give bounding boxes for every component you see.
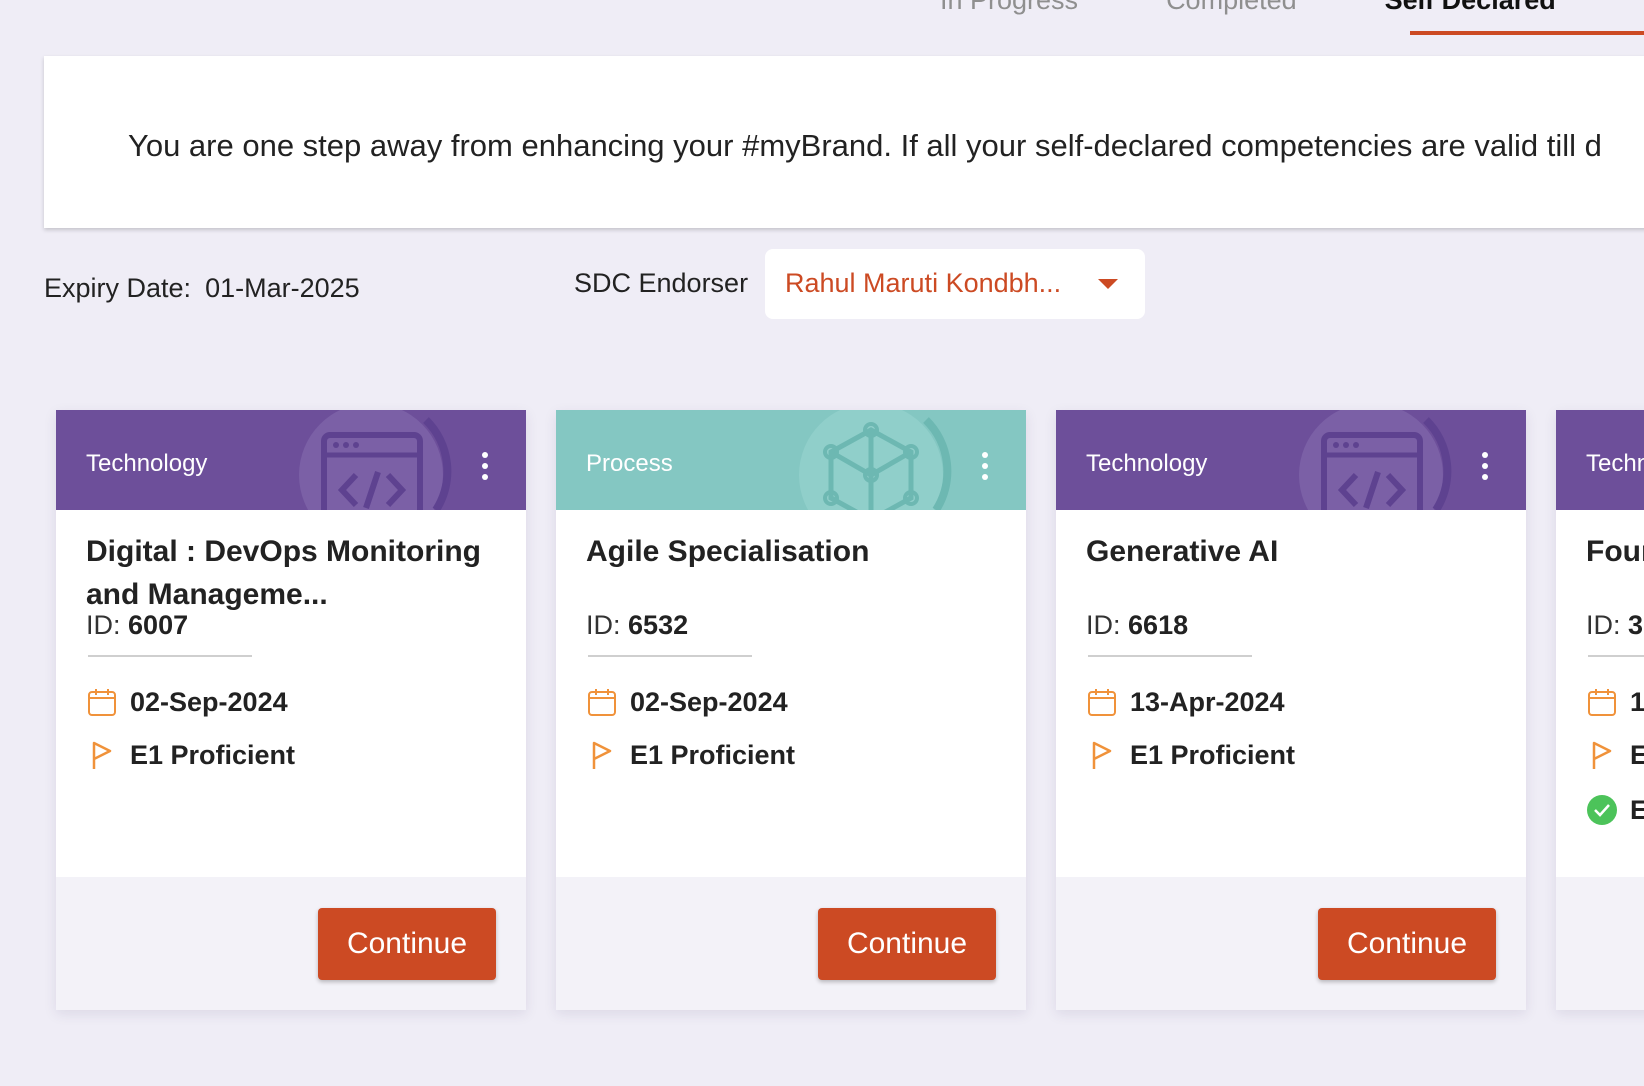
card-title: Digital : DevOps Monitoring and Manageme… bbox=[86, 535, 481, 611]
calendar-icon bbox=[88, 689, 116, 716]
active-tab-indicator bbox=[1410, 31, 1644, 35]
competency-card: Techn Four ID: 3 1 E E bbox=[1556, 410, 1644, 1010]
card-title: Agile Specialisation bbox=[586, 535, 870, 568]
self-declared-page: In Progress Completed Self Declared You … bbox=[0, 0, 1644, 1086]
card-category: Techn bbox=[1586, 450, 1644, 477]
calendar-icon bbox=[588, 689, 616, 716]
card-id-label: ID: bbox=[1086, 610, 1121, 640]
check-circle-icon bbox=[1587, 795, 1617, 825]
card-footer bbox=[1556, 877, 1644, 1010]
more-vertical-icon[interactable] bbox=[980, 452, 990, 484]
card-id-value: 6618 bbox=[1128, 610, 1189, 640]
continue-button[interactable]: Continue bbox=[818, 908, 996, 980]
flag-icon bbox=[1592, 741, 1612, 769]
card-title: Four bbox=[1586, 535, 1644, 568]
level-row: E1 Proficient bbox=[86, 738, 295, 772]
card-footer: Continue bbox=[56, 877, 526, 1010]
card-footer: Continue bbox=[556, 877, 1026, 1010]
card-date: 13-Apr-2024 bbox=[1130, 686, 1285, 717]
flag-icon bbox=[92, 741, 112, 769]
status-row: E bbox=[1586, 793, 1644, 827]
calendar-icon bbox=[1588, 689, 1616, 716]
date-row: 02-Sep-2024 bbox=[586, 685, 788, 719]
more-vertical-icon[interactable] bbox=[1480, 452, 1490, 484]
continue-button[interactable]: Continue bbox=[1318, 908, 1496, 980]
cube-network-icon bbox=[799, 410, 952, 510]
card-header: Technology bbox=[1056, 410, 1526, 510]
divider bbox=[88, 655, 252, 657]
card-category: Technology bbox=[1086, 450, 1208, 477]
date-row: 1 bbox=[1586, 685, 1644, 719]
divider bbox=[1088, 655, 1252, 657]
banner-message: You are one step away from enhancing you… bbox=[128, 128, 1602, 163]
code-window-icon bbox=[299, 410, 452, 510]
flag-icon bbox=[1092, 741, 1112, 769]
sdc-endorser-value: Rahul Maruti Kondbh... bbox=[785, 268, 1062, 298]
card-id-label: ID: bbox=[86, 610, 121, 640]
continue-button[interactable]: Continue bbox=[318, 908, 496, 980]
more-vertical-icon[interactable] bbox=[480, 452, 490, 484]
caret-down-icon bbox=[1098, 279, 1118, 289]
card-id: ID: 6007 bbox=[86, 610, 188, 641]
competency-card: Technology Generative AI ID: 6618 13-Apr… bbox=[1056, 410, 1526, 1010]
card-level: E bbox=[1630, 739, 1644, 770]
card-level: E1 Proficient bbox=[630, 739, 796, 770]
card-id: ID: 6618 bbox=[1086, 610, 1188, 641]
divider bbox=[588, 655, 752, 657]
card-header: Technology bbox=[56, 410, 526, 510]
card-level: E1 Proficient bbox=[1130, 739, 1296, 770]
card-id-label: ID: bbox=[1586, 610, 1621, 640]
flag-icon bbox=[592, 741, 612, 769]
card-id: ID: 3 bbox=[1586, 610, 1643, 641]
date-row: 02-Sep-2024 bbox=[86, 685, 288, 719]
tab-completed[interactable]: Completed bbox=[1166, 0, 1297, 36]
sdc-endorser-dropdown[interactable]: Rahul Maruti Kondbh... bbox=[765, 249, 1145, 319]
card-date: 02-Sep-2024 bbox=[130, 686, 288, 717]
date-row: 13-Apr-2024 bbox=[1086, 685, 1285, 719]
card-id: ID: 6532 bbox=[586, 610, 688, 641]
expiry-date-value: 01-Mar-2025 bbox=[205, 273, 360, 303]
expiry-date-label: Expiry Date: bbox=[44, 273, 192, 303]
card-id-label: ID: bbox=[586, 610, 621, 640]
card-date: 1 bbox=[1630, 686, 1644, 717]
divider bbox=[1588, 655, 1644, 657]
card-header: Process bbox=[556, 410, 1026, 510]
card-id-value: 6007 bbox=[128, 610, 189, 640]
sdc-endorser-label: SDC Endorser bbox=[574, 268, 749, 298]
level-row: E bbox=[1586, 738, 1644, 772]
card-id-value: 3 bbox=[1628, 610, 1644, 640]
competency-card: Process Agile Specialisation ID: 6532 02… bbox=[556, 410, 1026, 1010]
card-header: Techn bbox=[1556, 410, 1644, 510]
info-banner: You are one step away from enhancing you… bbox=[44, 56, 1644, 228]
card-status: E bbox=[1630, 794, 1644, 825]
card-date: 02-Sep-2024 bbox=[630, 686, 788, 717]
card-footer: Continue bbox=[1056, 877, 1526, 1010]
level-row: E1 Proficient bbox=[586, 738, 795, 772]
level-row: E1 Proficient bbox=[1086, 738, 1295, 772]
card-category: Process bbox=[586, 450, 673, 477]
tab-in-progress[interactable]: In Progress bbox=[940, 0, 1078, 36]
competency-card: Technology Digital : DevOps Monitoring a… bbox=[56, 410, 526, 1010]
calendar-icon bbox=[1088, 689, 1116, 716]
expiry-date: Expiry Date: 01-Mar-2025 bbox=[44, 273, 360, 304]
code-window-icon bbox=[1299, 410, 1452, 510]
card-title: Generative AI bbox=[1086, 535, 1279, 568]
card-level: E1 Proficient bbox=[130, 739, 296, 770]
card-id-value: 6532 bbox=[628, 610, 689, 640]
card-category: Technology bbox=[86, 450, 208, 477]
